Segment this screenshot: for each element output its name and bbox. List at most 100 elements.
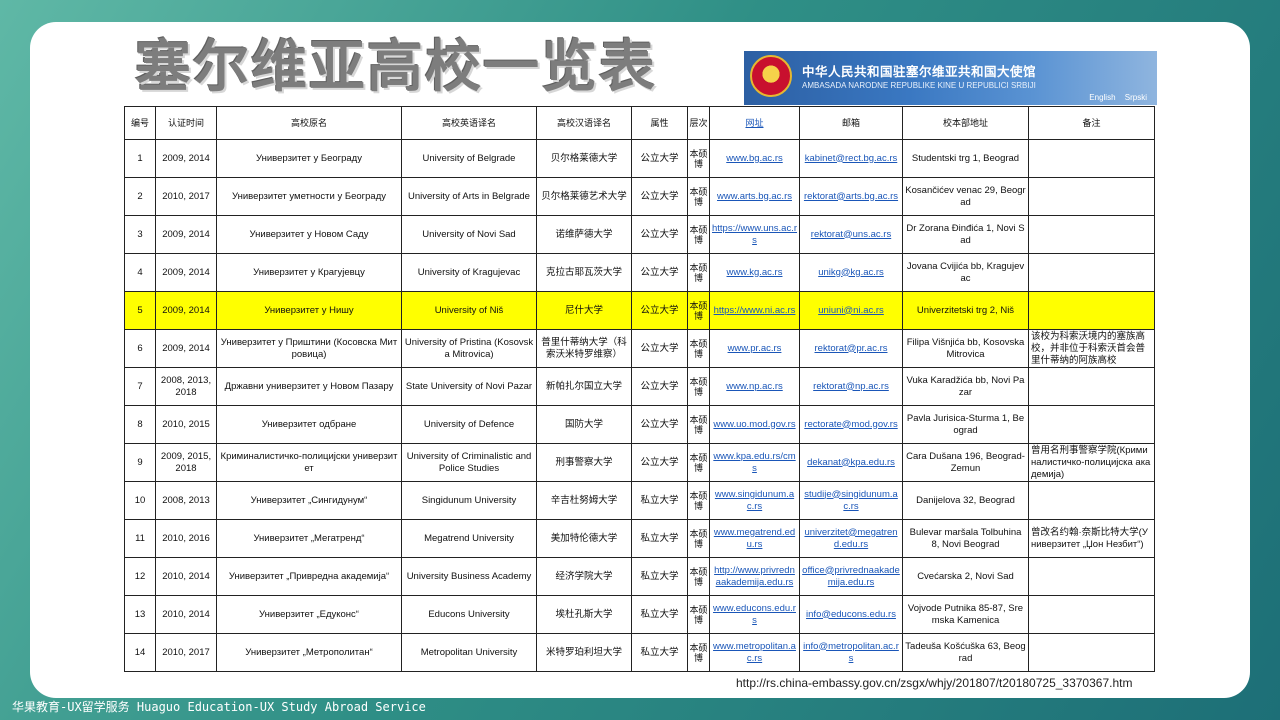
cell-website-link[interactable]: www.educons.edu.rs	[713, 603, 796, 626]
header-level: 层次	[687, 106, 710, 140]
cell-original-name: Универзитет у Београду	[216, 139, 402, 178]
cell-website-link[interactable]: https://www.ni.ac.rs	[714, 305, 796, 316]
cell-email-link[interactable]: studije@singidunum.ac.rs	[804, 489, 898, 512]
language-link-english[interactable]: English	[1089, 93, 1115, 102]
cell-number: 12	[124, 557, 156, 596]
cell-cert-date: 2009, 2014	[155, 329, 217, 368]
cell-website-link[interactable]: www.kg.ac.rs	[727, 267, 783, 278]
cell-notes	[1028, 253, 1155, 292]
cell-website-link[interactable]: www.singidunum.ac.rs	[715, 489, 794, 512]
cell-original-name: Криминалистичко-полицијски универзитет	[216, 443, 402, 482]
cell-website-link[interactable]: www.megatrend.edu.rs	[714, 527, 795, 550]
header-type: 属性	[631, 106, 688, 140]
cell-email-link[interactable]: uniuni@ni.ac.rs	[818, 305, 884, 316]
cell-email-link[interactable]: rektorat@np.ac.rs	[813, 381, 889, 392]
cell-number: 9	[124, 443, 156, 482]
cell-website-link[interactable]: http://www.privrednaakademija.edu.rs	[714, 565, 795, 588]
header-original-name: 高校原名	[216, 106, 402, 140]
cell-cert-date: 2009, 2015, 2018	[155, 443, 217, 482]
cell-email: rektorat@arts.bg.ac.rs	[799, 177, 903, 216]
cell-number: 13	[124, 595, 156, 634]
embassy-banner[interactable]: 中华人民共和国驻塞尔维亚共和国大使馆 AMBASADA NARODNE REPU…	[744, 51, 1157, 105]
cell-type: 公立大学	[631, 291, 688, 330]
cell-level: 本硕博	[687, 291, 710, 330]
cell-website-link[interactable]: www.kpa.edu.rs/cms	[713, 451, 795, 474]
cell-email-link[interactable]: office@privrednaakademija.edu.rs	[802, 565, 900, 588]
banner-english-text: AMBASADA NARODNE REPUBLIKE KINE U REPUBL…	[802, 81, 1036, 90]
cell-email-link[interactable]: rektorat@arts.bg.ac.rs	[804, 191, 898, 202]
cell-address: Vojvode Putnika 85-87, Sremska Kamenica	[902, 595, 1029, 634]
cell-english-name: University of Belgrade	[401, 139, 537, 178]
cell-notes: 该校为科索沃境内的塞族高校，并非位于科索沃首会普里什蒂纳的阿族高校	[1028, 329, 1155, 368]
cell-email: kabinet@rect.bg.ac.rs	[799, 139, 903, 178]
cell-website: www.megatrend.edu.rs	[709, 519, 800, 558]
cell-level: 本硕博	[687, 443, 710, 482]
cell-email: studije@singidunum.ac.rs	[799, 481, 903, 520]
cell-original-name: Универзитет „Привредна академија“	[216, 557, 402, 596]
cell-email-link[interactable]: info@educons.edu.rs	[806, 609, 896, 620]
cell-number: 2	[124, 177, 156, 216]
banner-language-links: English Srpski	[1082, 93, 1147, 102]
table-row: 12 2010, 2014 Универзитет „Привредна акаде…	[124, 557, 1155, 596]
cell-number: 6	[124, 329, 156, 368]
cell-website-link[interactable]: www.pr.ac.rs	[728, 343, 782, 354]
cell-website-link[interactable]: www.uo.mod.gov.rs	[713, 419, 795, 430]
cell-chinese-name: 美加特伦德大学	[536, 519, 632, 558]
cell-number: 14	[124, 633, 156, 672]
table-row: 5 2009, 2014 Универзитет у Нишу University …	[124, 291, 1155, 330]
cell-original-name: Универзитет „Сингидунум“	[216, 481, 402, 520]
cell-english-name: Singidunum University	[401, 481, 537, 520]
footer-text: 华果教育-UX留学服务 Huaguo Education-UX Study Ab…	[12, 700, 426, 714]
cell-english-name: Educons University	[401, 595, 537, 634]
cell-chinese-name: 经济学院大学	[536, 557, 632, 596]
cell-email-link[interactable]: rektorat@uns.ac.rs	[811, 229, 891, 240]
cell-website-link[interactable]: https://www.uns.ac.rs	[712, 223, 797, 246]
cell-address: Dr Zorana Đinđića 1, Novi Sad	[902, 215, 1029, 254]
cell-email-link[interactable]: rektorat@pr.ac.rs	[815, 343, 888, 354]
cell-website: www.metropolitan.ac.rs	[709, 633, 800, 672]
cell-original-name: Универзитет у Нишу	[216, 291, 402, 330]
cell-email-link[interactable]: kabinet@rect.bg.ac.rs	[805, 153, 898, 164]
cell-original-name: Универзитет „Едуконс“	[216, 595, 402, 634]
cell-chinese-name: 贝尔格莱德艺术大学	[536, 177, 632, 216]
cell-email-link[interactable]: rectorate@mod.gov.rs	[804, 419, 897, 430]
language-link-serbian[interactable]: Srpski	[1125, 93, 1147, 102]
cell-website-link[interactable]: www.bg.ac.rs	[726, 153, 783, 164]
cell-address: Univerzitetski trg 2, Niš	[902, 291, 1029, 330]
table-row: 7 2008, 2013, 2018 Државни универзитет у Н…	[124, 367, 1155, 406]
cell-address: Filipa Višnjića bb, Kosovska Mitrovica	[902, 329, 1029, 368]
header-website-link[interactable]: 网址	[745, 118, 763, 128]
cell-website: https://www.uns.ac.rs	[709, 215, 800, 254]
cell-original-name: Универзитет одбране	[216, 405, 402, 444]
cell-email: info@educons.edu.rs	[799, 595, 903, 634]
cell-number: 8	[124, 405, 156, 444]
cell-website: http://www.privrednaakademija.edu.rs	[709, 557, 800, 596]
source-url-text: http://rs.china-embassy.gov.cn/zsgx/whjy…	[736, 676, 1133, 690]
cell-website: www.educons.edu.rs	[709, 595, 800, 634]
cell-cert-date: 2010, 2017	[155, 633, 217, 672]
university-table: 编号 认证时间 高校原名 高校英语译名 高校汉语译名 属性 层次 网址 邮箱 校…	[124, 106, 1155, 672]
cell-cert-date: 2010, 2014	[155, 557, 217, 596]
cell-notes	[1028, 291, 1155, 330]
cell-english-name: University of Kragujevac	[401, 253, 537, 292]
cell-email-link[interactable]: unikg@kg.ac.rs	[818, 267, 884, 278]
cell-chinese-name: 米特罗珀利坦大学	[536, 633, 632, 672]
table-header-row: 编号 认证时间 高校原名 高校英语译名 高校汉语译名 属性 层次 网址 邮箱 校…	[124, 106, 1155, 140]
cell-number: 1	[124, 139, 156, 178]
cell-email-link[interactable]: univerzitet@megatrend.edu.rs	[804, 527, 897, 550]
cell-email-link[interactable]: info@metropolitan.ac.rs	[803, 641, 899, 664]
cell-notes	[1028, 367, 1155, 406]
cell-email-link[interactable]: dekanat@kpa.edu.rs	[807, 457, 895, 468]
cell-english-name: University of Novi Sad	[401, 215, 537, 254]
cell-english-name: University of Niš	[401, 291, 537, 330]
cell-website-link[interactable]: www.np.ac.rs	[726, 381, 783, 392]
cell-original-name: Универзитет у Новом Саду	[216, 215, 402, 254]
cell-website-link[interactable]: www.metropolitan.ac.rs	[713, 641, 796, 664]
cell-level: 本硕博	[687, 329, 710, 368]
cell-website: www.uo.mod.gov.rs	[709, 405, 800, 444]
cell-english-name: University of Defence	[401, 405, 537, 444]
cell-chinese-name: 普里什蒂纳大学（科索沃米特罗维察）	[536, 329, 632, 368]
cell-number: 7	[124, 367, 156, 406]
cell-website-link[interactable]: www.arts.bg.ac.rs	[717, 191, 792, 202]
header-email: 邮箱	[799, 106, 903, 140]
